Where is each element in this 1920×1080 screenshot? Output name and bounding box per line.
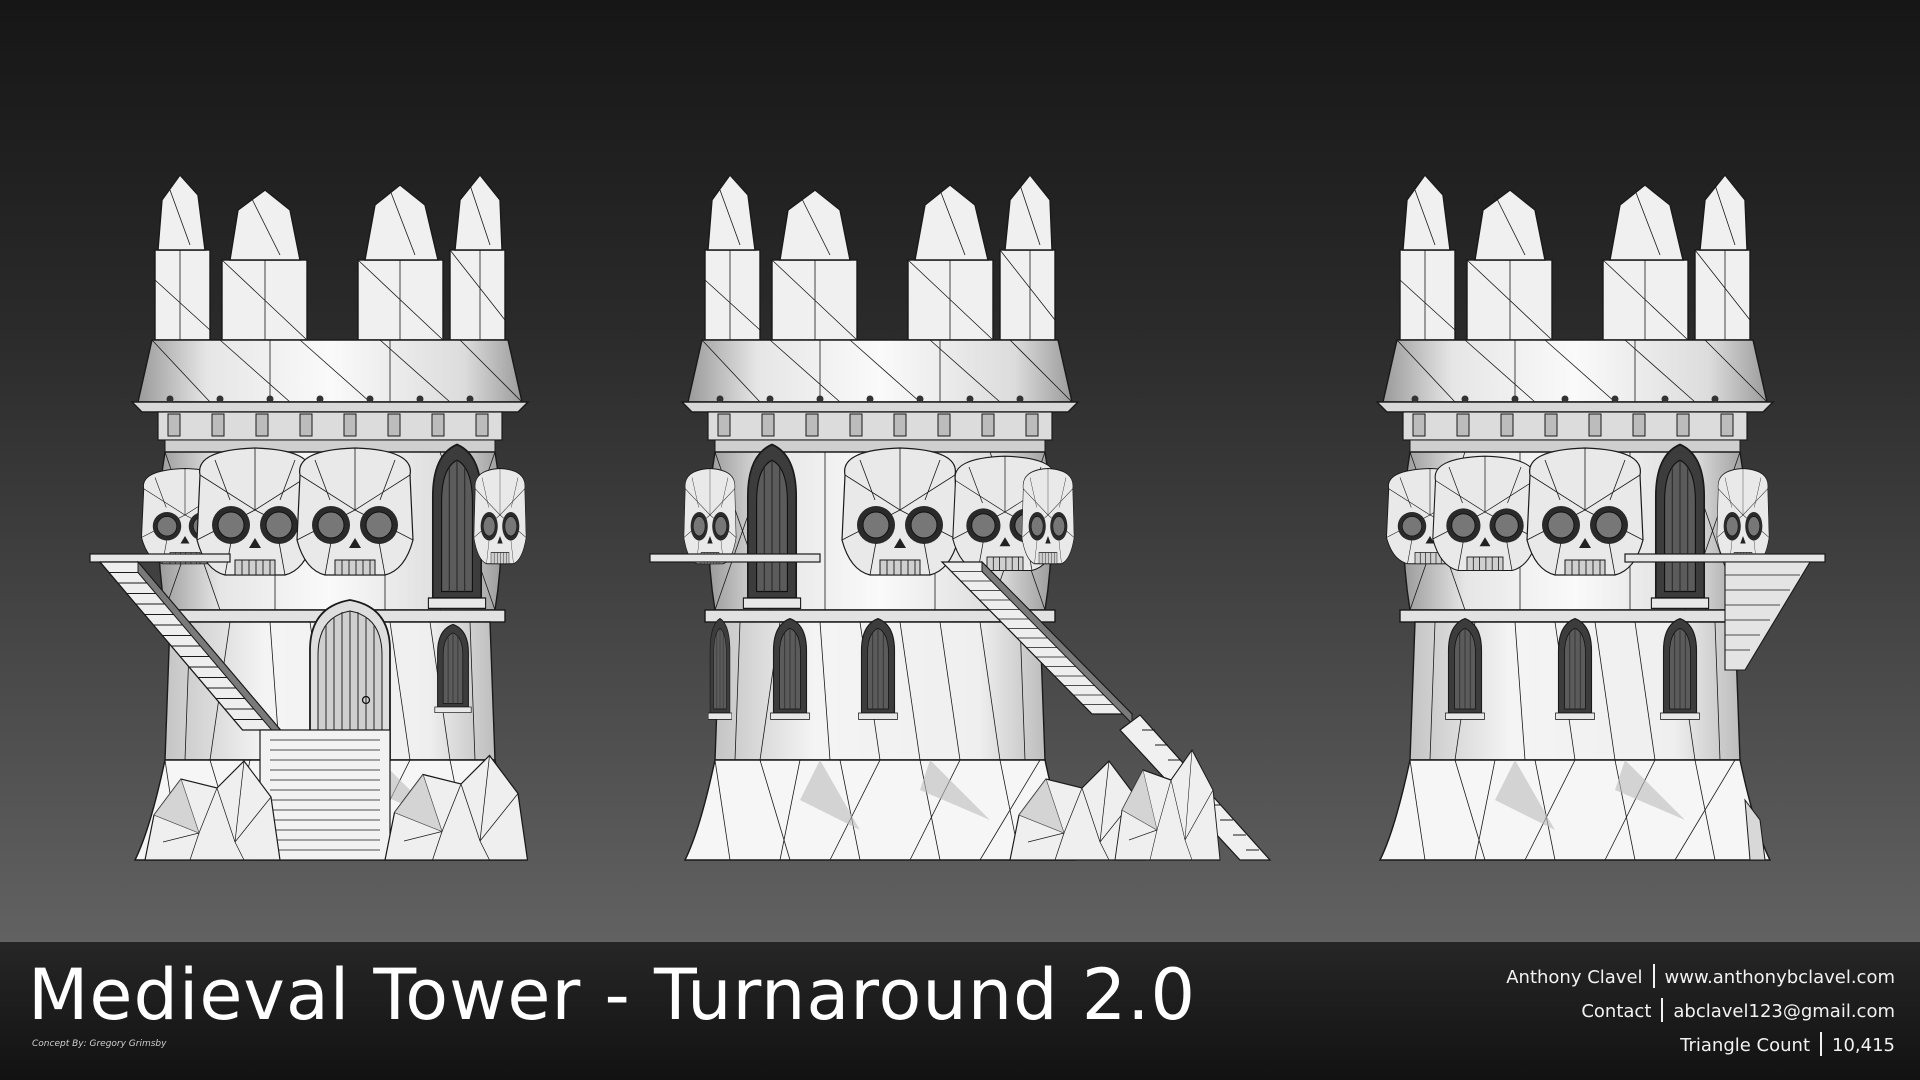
info-panel: Anthony Clavel www.anthonybclavel.com Con… xyxy=(1506,961,1895,1063)
triangle-count-value: 10,415 xyxy=(1832,1035,1895,1056)
tower-view-center xyxy=(649,174,1272,861)
page-title: Medieval Tower - Turnaround 2.0 xyxy=(28,954,1197,1036)
triangle-count-label: Triangle Count xyxy=(1680,1035,1811,1056)
concept-credit: Concept By: Gregory Grimsby xyxy=(32,1039,167,1049)
separator xyxy=(1820,1032,1823,1056)
separator xyxy=(1661,998,1664,1022)
tower-view-left xyxy=(89,174,529,861)
turnaround-render xyxy=(89,174,1826,861)
info-row-contact: Contact abclavel123@gmail.com xyxy=(1506,995,1895,1029)
contact-label: Contact xyxy=(1581,1001,1652,1022)
tower-view-right xyxy=(1376,174,1826,861)
email-link[interactable]: abclavel123@gmail.com xyxy=(1673,1001,1895,1022)
website-link[interactable]: www.anthonybclavel.com xyxy=(1665,967,1895,988)
separator xyxy=(1652,964,1655,988)
author-name: Anthony Clavel xyxy=(1506,967,1643,988)
info-row-author: Anthony Clavel www.anthonybclavel.com xyxy=(1506,961,1895,995)
info-row-triangles: Triangle Count 10,415 xyxy=(1506,1029,1895,1063)
